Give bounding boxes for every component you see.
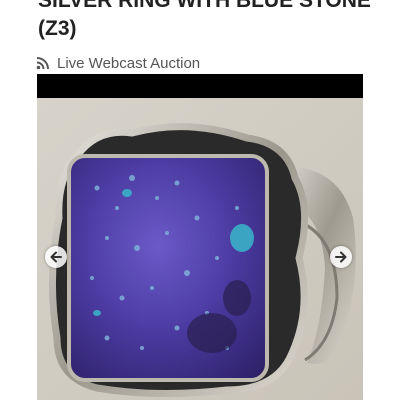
gallery-top-bar [37, 74, 363, 98]
arrow-left-icon [50, 251, 62, 263]
prev-image-button[interactable] [45, 246, 67, 268]
rss-icon [36, 57, 49, 70]
auction-type-label: Live Webcast Auction [57, 54, 201, 72]
ring-photo [37, 98, 363, 400]
item-title: SILVER RING WITH BLUE STONE (Z3) [38, 0, 371, 40]
auction-type: Live Webcast Auction [36, 53, 200, 73]
next-image-button[interactable] [330, 246, 352, 268]
image-gallery[interactable] [37, 74, 363, 400]
arrow-right-icon [335, 251, 347, 263]
